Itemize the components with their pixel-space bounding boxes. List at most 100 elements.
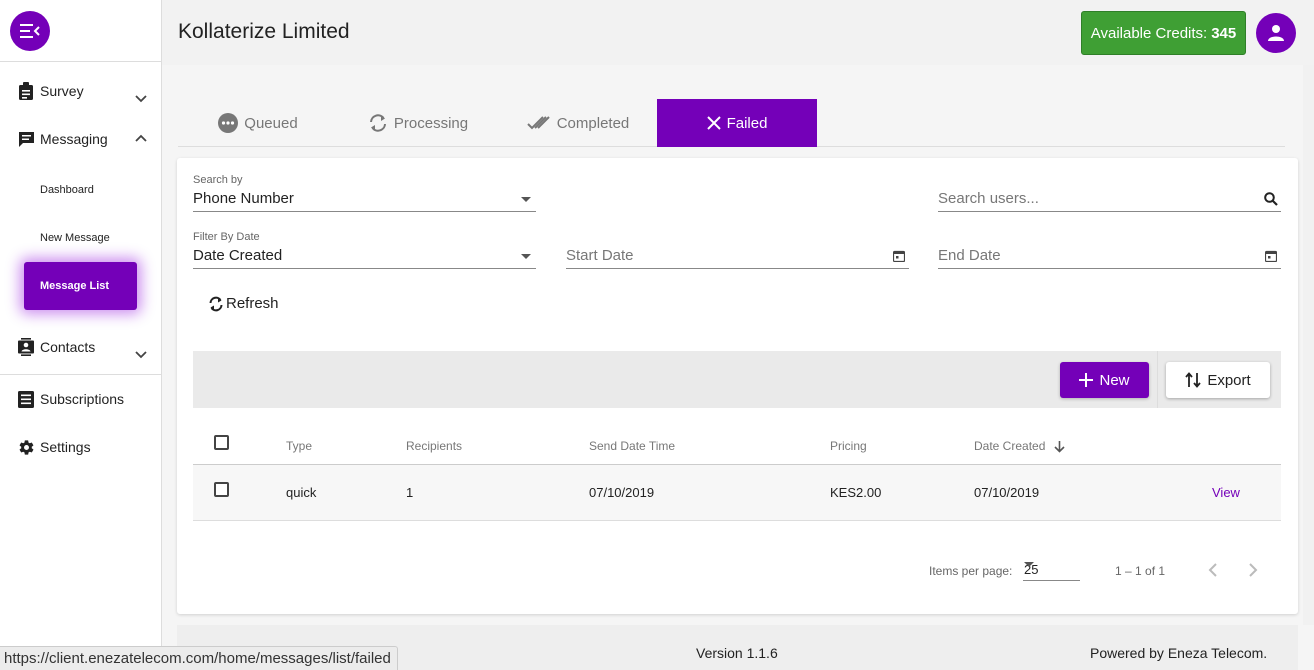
- close-icon: [706, 116, 721, 130]
- tab-label: Processing: [393, 114, 469, 132]
- tab-processing[interactable]: Processing: [338, 99, 498, 147]
- message-icon: [17, 130, 35, 148]
- tab-label: Failed: [726, 114, 768, 132]
- table-toolbar: New Export: [193, 351, 1281, 408]
- items-per-page-select[interactable]: 25: [1023, 559, 1080, 581]
- tab-completed[interactable]: Completed: [498, 99, 658, 147]
- sidebar-subitem-dashboard[interactable]: Dashboard: [40, 184, 94, 196]
- sidebar-item-subscriptions[interactable]: Subscriptions: [0, 381, 161, 417]
- previous-page-button[interactable]: [1202, 559, 1224, 581]
- sort-arrow-down-icon: [1054, 440, 1065, 458]
- tab-label: Queued: [244, 114, 298, 132]
- contacts-icon: [17, 338, 35, 356]
- start-date-placeholder: Start Date: [566, 247, 634, 264]
- export-label: Export: [1207, 371, 1251, 389]
- sidebar-subitem-new-message[interactable]: New Message: [40, 232, 110, 244]
- toolbar-divider: [1157, 351, 1158, 408]
- scrollbar[interactable]: [1303, 65, 1314, 625]
- sidebar-divider: [0, 61, 161, 62]
- dropdown-caret-icon: [1024, 562, 1034, 567]
- main-content: Kollaterize Limited Available Credits: 3…: [162, 0, 1314, 670]
- row-checkbox[interactable]: [214, 482, 229, 497]
- refresh-button[interactable]: Refresh: [208, 295, 279, 312]
- menu-toggle-button[interactable]: [10, 11, 50, 51]
- sidebar-item-messaging[interactable]: Messaging: [0, 121, 161, 157]
- export-button[interactable]: Export: [1166, 362, 1270, 398]
- filter-date-label: Filter By Date: [193, 231, 260, 243]
- select-all-checkbox[interactable]: [214, 435, 229, 450]
- sidebar-item-label: Settings: [40, 439, 91, 455]
- cell-send-date-time: 07/10/2019: [589, 485, 655, 500]
- sidebar-item-label: Messaging: [40, 131, 108, 147]
- clipboard-icon: [17, 82, 35, 100]
- chevron-right-icon: [1249, 563, 1258, 577]
- list-icon: [17, 390, 35, 408]
- messages-card: Search by Phone Number Search users... F…: [177, 158, 1298, 614]
- filter-date-value: Date Created: [193, 247, 283, 264]
- top-bar: Kollaterize Limited Available Credits: 3…: [162, 0, 1314, 65]
- filter-date-select[interactable]: Date Created: [193, 245, 536, 269]
- refresh-label: Refresh: [226, 295, 279, 312]
- start-date-input[interactable]: Start Date: [566, 245, 909, 269]
- credits-value: 345: [1211, 24, 1237, 42]
- column-header-type[interactable]: Type: [286, 439, 312, 453]
- column-header-send-date-time[interactable]: Send Date Time: [589, 439, 675, 453]
- view-link[interactable]: View: [1212, 485, 1240, 500]
- search-icon: [1263, 191, 1279, 207]
- column-header-recipients[interactable]: Recipients: [406, 439, 462, 453]
- credits-badge[interactable]: Available Credits: 345: [1081, 11, 1246, 55]
- gear-icon: [17, 438, 35, 456]
- plus-icon: [1079, 373, 1094, 387]
- sidebar-item-survey[interactable]: Survey: [0, 73, 161, 109]
- new-label: New: [1099, 371, 1130, 389]
- sidebar-subitem-message-list[interactable]: Message List: [24, 262, 137, 310]
- avatar[interactable]: [1256, 13, 1296, 53]
- search-by-value: Phone Number: [193, 190, 294, 207]
- cell-date-created: 07/10/2019: [974, 485, 1040, 500]
- search-input[interactable]: Search users...: [938, 188, 1281, 212]
- done-all-icon: [527, 116, 550, 130]
- sync-icon: [369, 114, 386, 132]
- items-per-page-label: Items per page:: [929, 564, 1013, 578]
- cell-type: quick: [286, 485, 317, 500]
- credits-label: Available Credits:: [1090, 24, 1208, 42]
- calendar-icon[interactable]: [891, 248, 907, 264]
- dropdown-caret-icon: [521, 197, 531, 202]
- tab-queued[interactable]: Queued: [178, 99, 338, 147]
- next-page-button[interactable]: [1242, 559, 1264, 581]
- status-bar-url: https://client.enezatelecom.com/home/mes…: [0, 646, 398, 670]
- search-placeholder: Search users...: [938, 190, 1039, 207]
- sidebar-item-label: Contacts: [40, 339, 96, 355]
- chevron-up-icon: [132, 129, 150, 147]
- sidebar-item-contacts[interactable]: Contacts: [0, 329, 161, 365]
- cell-pricing: KES2.00: [830, 485, 882, 500]
- company-name: Kollaterize Limited: [178, 20, 350, 43]
- chevron-down-icon: [132, 346, 150, 364]
- tab-failed[interactable]: Failed: [657, 99, 817, 147]
- import-export-icon: [1185, 372, 1201, 388]
- table-header: Type Recipients Send Date Time Pricing D…: [193, 423, 1281, 465]
- powered-by-text: Powered by Eneza Telecom.: [1090, 645, 1268, 661]
- calendar-icon[interactable]: [1263, 248, 1279, 264]
- refresh-icon: [209, 296, 223, 311]
- dropdown-caret-icon: [521, 254, 531, 259]
- search-by-select[interactable]: Phone Number: [193, 188, 536, 212]
- column-header-date-created[interactable]: Date Created: [974, 439, 1045, 453]
- search-by-label: Search by: [193, 174, 243, 186]
- version-text: Version 1.1.6: [696, 645, 778, 661]
- column-header-pricing[interactable]: Pricing: [830, 439, 867, 453]
- new-message-button[interactable]: New: [1060, 362, 1149, 398]
- pagination-range: 1 – 1 of 1: [1115, 564, 1166, 578]
- menu-open-icon: [20, 24, 40, 38]
- sidebar-divider: [0, 374, 161, 375]
- person-icon: [1268, 25, 1284, 41]
- sidebar-item-label: Subscriptions: [40, 391, 125, 407]
- table-row[interactable]: quick 1 07/10/2019 KES2.00 07/10/2019 Vi…: [193, 465, 1281, 521]
- more-horiz-icon: [218, 113, 239, 133]
- end-date-input[interactable]: End Date: [938, 245, 1281, 269]
- sidebar-item-label: Survey: [40, 83, 84, 99]
- sidebar-item-settings[interactable]: Settings: [0, 429, 161, 465]
- end-date-placeholder: End Date: [938, 247, 1001, 264]
- tab-label: Completed: [556, 114, 630, 132]
- sidebar: Survey Messaging Dashboard New Message M…: [0, 0, 162, 670]
